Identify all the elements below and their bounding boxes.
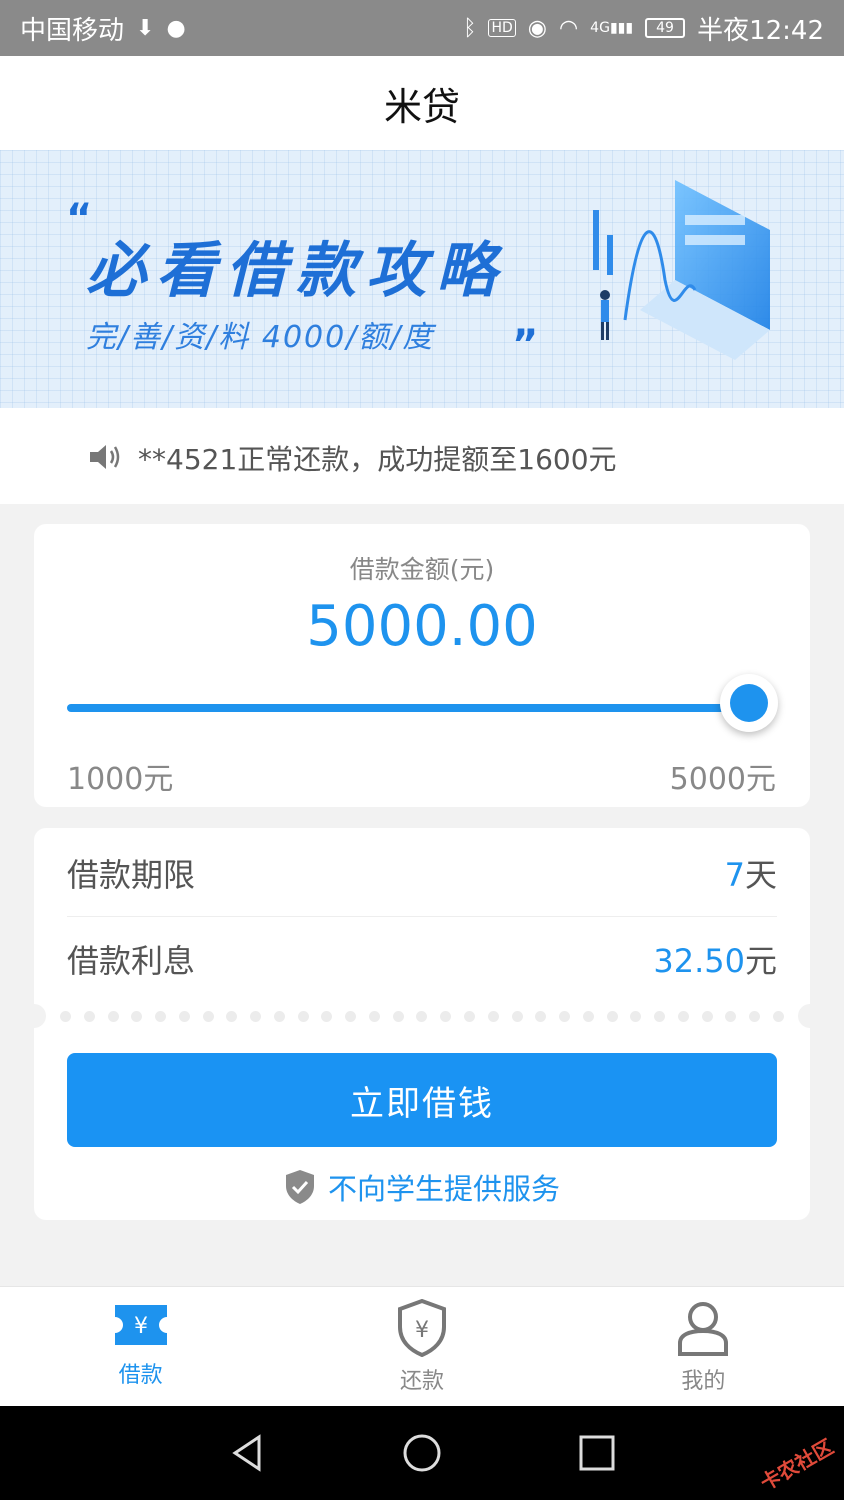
recents-icon[interactable]: [577, 1433, 617, 1473]
ticket-notch-right: [798, 1004, 822, 1028]
promo-banner[interactable]: “ 必看借款攻略 完/善/资/料 4000/额/度 ”: [0, 150, 844, 408]
tab-borrow[interactable]: ¥ 借款: [0, 1287, 281, 1407]
perforation-dot: [345, 1011, 357, 1022]
tab-mine[interactable]: 我的: [563, 1287, 844, 1407]
tab-repay[interactable]: ¥ 还款: [281, 1287, 562, 1407]
perforation-dot: [416, 1011, 428, 1022]
wifi-icon: ◠: [558, 15, 579, 41]
signal-icon: 4G▮▮▮: [590, 20, 634, 36]
bluetooth-icon: ᛒ: [463, 15, 477, 41]
perforation-dot: [464, 1011, 476, 1022]
perforation-dot: [487, 1011, 499, 1022]
loan-interest-value: 32.50元: [653, 936, 777, 982]
tab-borrow-label: 借款: [118, 1363, 163, 1388]
amount-label: 借款金额(元): [349, 555, 495, 584]
tab-mine-label: 我的: [681, 1369, 726, 1394]
shield-check-icon: [285, 1170, 314, 1204]
loan-term-unit: 天: [744, 856, 777, 894]
battery-icon: 49: [645, 18, 686, 38]
network-type: 4G: [590, 20, 610, 36]
amount-slider-thumb[interactable]: [720, 674, 778, 732]
chat-icon: ●: [166, 15, 186, 41]
amount-max-label: 5000元: [669, 762, 776, 797]
perforation-dot: [582, 1011, 594, 1022]
perforation-dot: [725, 1011, 737, 1022]
perforation-dot: [155, 1011, 167, 1022]
loan-details-card: 借款期限 7天 借款利息 32.50元 立即借钱 不向学生提供服务: [22, 828, 822, 1220]
perforation-dot: [60, 1011, 71, 1022]
perforation-dot: [368, 1011, 380, 1022]
laptop-illustration-icon: [593, 180, 770, 360]
clock: 半夜12:42: [697, 15, 824, 46]
app-header: 米贷: [0, 56, 844, 150]
banner-subtitle: 完/善/资/料 4000/额/度: [86, 320, 435, 355]
system-nav-bar: 卡农社区: [0, 1406, 844, 1500]
loan-term-value: 7天: [725, 850, 777, 896]
perforation-dot: [178, 1011, 190, 1022]
loan-interest-number: 32.50: [653, 942, 745, 980]
speaker-icon: [90, 445, 120, 469]
perforation-dot: [630, 1011, 642, 1022]
loan-interest-label: 借款利息: [67, 942, 196, 980]
page-title: 米贷: [383, 84, 460, 129]
perforation-dot: [749, 1011, 761, 1022]
perforation-dot: [321, 1011, 333, 1022]
amount-min-label: 1000元: [67, 762, 174, 797]
home-icon[interactable]: [402, 1433, 442, 1473]
tab-repay-label: 还款: [399, 1369, 444, 1394]
amount-slider-track[interactable]: [67, 704, 749, 712]
watermark-logo: 卡农社区: [756, 1434, 838, 1496]
perforation-dot: [131, 1011, 143, 1022]
amount-value: 5000.00: [306, 594, 538, 659]
perforation-dot: [250, 1011, 262, 1022]
student-notice-text: 不向学生提供服务: [327, 1172, 560, 1206]
perforation-dot: [440, 1011, 452, 1022]
hd-icon: HD: [488, 19, 516, 37]
perforation-dot: [701, 1011, 713, 1022]
loan-term-label: 借款期限: [67, 856, 196, 894]
perforation-dot: [559, 1011, 571, 1022]
ticket-yuan-icon: ¥: [114, 1305, 167, 1345]
student-notice: 不向学生提供服务: [34, 1166, 810, 1208]
shield-yuan-icon: ¥: [397, 1299, 446, 1357]
person-icon: [678, 1302, 729, 1356]
notice-text: **4521正常还款，成功提额至1600元: [138, 443, 617, 476]
svg-text:¥: ¥: [134, 1314, 148, 1339]
repayment-notice: **4521正常还款，成功提额至1600元: [0, 408, 844, 504]
perforation-dot: [606, 1011, 618, 1022]
perforation-dot: [677, 1011, 689, 1022]
loan-term-number: 7: [724, 856, 745, 894]
slider-thumb-dot: [730, 684, 768, 722]
ticket-notch-left: [22, 1004, 46, 1028]
status-bar: 中国移动 ⬇ ● ᛒ HD ◉ ◠ 4G▮▮▮ 49 半夜12:42: [0, 0, 844, 56]
perforation-dot: [273, 1011, 285, 1022]
eye-icon: ◉: [527, 15, 547, 41]
borrow-now-button[interactable]: 立即借钱: [67, 1053, 777, 1147]
back-icon[interactable]: [227, 1433, 267, 1473]
perforation-dot: [535, 1011, 547, 1022]
perforation-dot: [772, 1011, 784, 1022]
perforation-dot: [392, 1011, 404, 1022]
download-icon: ⬇: [136, 15, 155, 41]
bottom-tab-bar: ¥ 借款 ¥ 还款 我的: [0, 1286, 844, 1407]
loan-term-row[interactable]: 借款期限 7天: [67, 830, 777, 917]
perforation-dot: [511, 1011, 523, 1022]
banner-title: 必看借款攻略: [86, 236, 506, 306]
perforation-dot: [654, 1011, 666, 1022]
carrier-name: 中国移动: [20, 15, 125, 46]
loan-interest-row: 借款利息 32.50元: [67, 916, 777, 1002]
perforation-dot: [297, 1011, 309, 1022]
perforation-dot: [83, 1011, 95, 1022]
svg-text:¥: ¥: [415, 1318, 429, 1343]
perforation-dot: [226, 1011, 238, 1022]
perforation-dot: [202, 1011, 214, 1022]
loan-interest-unit: 元: [744, 942, 777, 980]
perforation-divider: [60, 1011, 784, 1023]
perforation-dot: [107, 1011, 119, 1022]
quote-close-mark: ”: [512, 322, 539, 368]
loan-amount-card: 借款金额(元) 5000.00 1000元 5000元: [34, 524, 810, 807]
